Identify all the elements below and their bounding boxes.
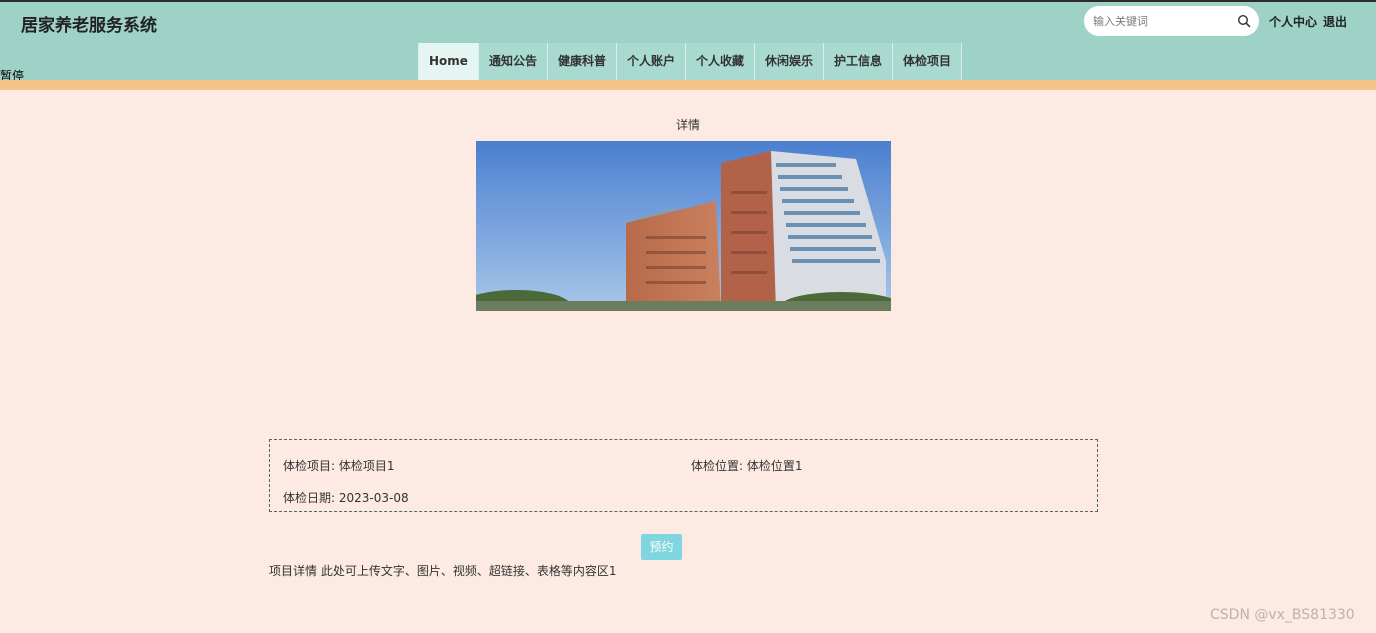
checkup-info-box: 体检项目: 体检项目1 体检位置: 体检位置1 体检日期: 2023-03-08 — [269, 439, 1098, 512]
nav-item-notices[interactable]: 通知公告 — [477, 43, 547, 80]
checkup-item-value: 体检项目1 — [338, 459, 395, 473]
checkup-item-label: 体检项目: — [283, 459, 336, 473]
nav-item-health[interactable]: 健康科普 — [546, 43, 616, 80]
book-button[interactable]: 预约 — [641, 534, 682, 560]
search-icon[interactable] — [1237, 14, 1251, 28]
watermark: CSDN @vx_BS81330 — [1210, 607, 1355, 623]
detail-title: 详情 — [675, 118, 700, 132]
logout-link[interactable]: 退出 — [1323, 13, 1347, 30]
main-nav: Home 通知公告 健康科普 个人账户 个人收藏 休闲娱乐 护工信息 体检项目 — [418, 43, 963, 80]
project-description: 项目详情 此处可上传文字、图片、视频、超链接、表格等内容区1 — [269, 562, 616, 579]
nav-item-home[interactable]: Home — [418, 43, 478, 80]
checkup-date-value: 2023-03-08 — [338, 491, 409, 505]
description-label: 项目详情 — [269, 564, 318, 578]
site-title: 居家养老服务系统 — [21, 16, 157, 36]
nav-item-leisure[interactable]: 休闲娱乐 — [754, 43, 824, 80]
nav-item-account[interactable]: 个人账户 — [615, 43, 685, 80]
checkup-date-label: 体检日期: — [283, 491, 336, 505]
profile-link[interactable]: 个人中心 — [1269, 13, 1317, 30]
nav-item-checkup[interactable]: 体检项目 — [892, 43, 963, 80]
search-input[interactable] — [1093, 12, 1233, 30]
search-box[interactable] — [1084, 6, 1259, 36]
site-header: 居家养老服务系统 个人中心 退出 Home 通知公告 健康科普 个人账户 个人收… — [0, 2, 1376, 80]
checkup-date-field: 体检日期: 2023-03-08 — [283, 489, 409, 506]
checkup-location-label: 体检位置: — [691, 459, 744, 473]
checkup-item-field: 体检项目: 体检项目1 — [283, 457, 395, 474]
accent-bar — [0, 80, 1376, 90]
nav-item-favorites[interactable]: 个人收藏 — [684, 43, 754, 80]
checkup-location-value: 体检位置1 — [746, 459, 803, 473]
checkup-location-field: 体检位置: 体检位置1 — [691, 457, 803, 474]
hospital-building-image — [476, 141, 891, 311]
description-value: 此处可上传文字、图片、视频、超链接、表格等内容区1 — [320, 564, 617, 578]
nav-item-caregivers[interactable]: 护工信息 — [823, 43, 893, 80]
